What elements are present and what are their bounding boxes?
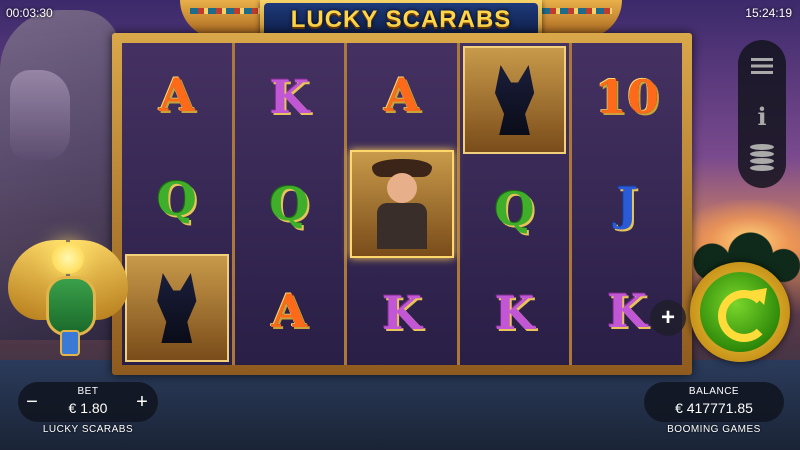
symbol-cell-explorer xyxy=(350,150,454,258)
symbol-k: K xyxy=(494,286,535,340)
bet-panel: − BET € 1.80 + xyxy=(18,382,158,422)
symbol-q: Q xyxy=(156,172,197,226)
golden-scarab-emblem xyxy=(8,230,128,360)
symbol-j: J xyxy=(616,176,639,231)
symbol-cell: Q xyxy=(460,157,570,261)
symbol-cell: A xyxy=(122,43,232,147)
symbol-q: Q xyxy=(494,182,535,236)
reel-4: Q K xyxy=(459,43,573,365)
balance-panel: BALANCE € 417771.85 xyxy=(644,382,784,422)
symbol-cell: A xyxy=(347,43,457,147)
reel-1: A Q xyxy=(122,43,235,365)
autoplay-plus-button[interactable]: + xyxy=(650,300,686,336)
symbol-k: K xyxy=(269,69,310,124)
session-timer: 00:03:30 xyxy=(6,6,53,20)
game-name: LUCKY SCARABS xyxy=(42,424,134,435)
symbol-cell: Q xyxy=(122,147,232,251)
symbol-10: 10 xyxy=(595,69,660,124)
title-banner-inner: LUCKY SCARABS xyxy=(264,3,538,36)
symbol-cell: K xyxy=(460,261,570,365)
symbol-cell-anubis xyxy=(462,46,567,154)
symbol-cell: K xyxy=(235,43,345,150)
symbol-a: A xyxy=(271,284,308,339)
symbol-cell: K xyxy=(347,261,457,365)
symbol-q: Q xyxy=(269,176,310,231)
symbol-cell: A xyxy=(235,258,345,365)
symbol-cell: 10 xyxy=(572,43,682,150)
menu-icon[interactable] xyxy=(751,58,773,74)
anubis-icon xyxy=(494,65,535,135)
balance-value: € 417771.85 xyxy=(675,400,753,416)
symbol-cell-anubis xyxy=(125,254,229,362)
explorer-icon xyxy=(367,159,437,249)
symbol-k: K xyxy=(607,284,648,339)
coins-icon[interactable] xyxy=(750,144,774,172)
balance-label: BALANCE xyxy=(688,386,740,397)
symbol-a: A xyxy=(158,68,195,122)
game-title: LUCKY SCARABS xyxy=(290,5,512,33)
info-icon[interactable]: i xyxy=(752,102,772,131)
symbol-a: A xyxy=(384,68,420,122)
clock: 15:24:19 xyxy=(745,6,792,20)
symbol-cell: J xyxy=(572,150,682,257)
spin-button[interactable] xyxy=(690,262,790,362)
sphinx-face xyxy=(10,70,70,160)
symbol-cell: Q xyxy=(235,150,345,257)
reel-3: A K xyxy=(347,43,460,365)
reels-frame: A Q K Q A A K Q K 10 J K xyxy=(112,33,692,375)
anubis-icon xyxy=(157,273,197,343)
studio-name: BOOMING GAMES xyxy=(667,424,761,435)
bet-increase-button[interactable]: + xyxy=(134,392,150,412)
symbol-k: K xyxy=(381,286,422,340)
spin-button-inner xyxy=(700,272,780,352)
reels-grid: A Q K Q A A K Q K 10 J K xyxy=(122,43,682,365)
side-control-panel: i xyxy=(738,40,786,188)
reel-2: K Q A xyxy=(234,43,348,365)
